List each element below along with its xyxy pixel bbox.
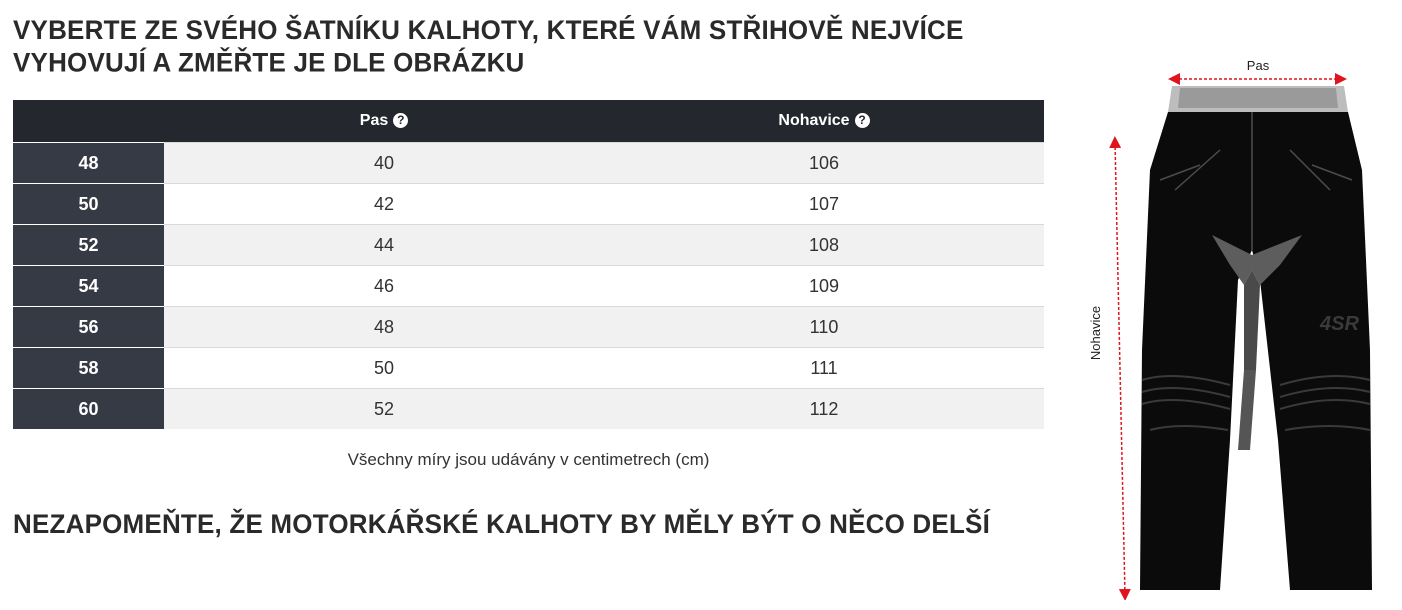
- size-table: Pas? Nohavice? 48 40 106 50 42 107 52 44…: [13, 100, 1044, 429]
- nohavice-cell: 108: [604, 224, 1044, 266]
- page-heading: VYBERTE ZE SVÉHO ŠATNÍKU KALHOTY, KTERÉ …: [13, 14, 964, 78]
- size-cell: 52: [13, 224, 164, 266]
- size-cell: 48: [13, 142, 164, 184]
- table-row: 58 50 111: [13, 347, 1044, 389]
- table-row: 60 52 112: [13, 388, 1044, 429]
- pas-cell: 46: [164, 265, 604, 307]
- length-label: Nohavice: [1088, 306, 1103, 360]
- table-row: 56 48 110: [13, 306, 1044, 348]
- size-cell: 56: [13, 306, 164, 348]
- pants-image: 4SR: [1140, 86, 1372, 590]
- size-cell: 54: [13, 265, 164, 307]
- column-header-pas: Pas?: [164, 100, 604, 143]
- pas-cell: 40: [164, 142, 604, 184]
- nohavice-cell: 110: [604, 306, 1044, 348]
- table-header-row: Pas? Nohavice?: [13, 100, 1044, 143]
- size-cell: 50: [13, 183, 164, 225]
- table-row: 48 40 106: [13, 142, 1044, 184]
- brand-logo: 4SR: [1319, 313, 1359, 335]
- size-cell: 58: [13, 347, 164, 389]
- size-cell: 60: [13, 388, 164, 429]
- units-note: Všechny míry jsou udávány v centimetrech…: [347, 450, 710, 469]
- column-header-nohavice: Nohavice?: [604, 100, 1044, 143]
- waist-label: Pas: [1247, 58, 1270, 73]
- nohavice-cell: 106: [604, 142, 1044, 184]
- table-corner-cell: [13, 100, 164, 143]
- pas-cell: 52: [164, 388, 604, 429]
- nohavice-cell: 111: [604, 347, 1044, 389]
- nohavice-cell: 109: [604, 265, 1044, 307]
- pants-measurement-figure: Pas Nohavice 4SR: [1088, 58, 1372, 600]
- reminder-heading: NEZAPOMEŇTE, ŽE MOTORKÁŘSKÉ KALHOTY BY M…: [13, 508, 990, 540]
- question-circle-icon[interactable]: ?: [854, 113, 870, 128]
- pas-cell: 42: [164, 183, 604, 225]
- table-row: 50 42 107: [13, 183, 1044, 225]
- table-row: 52 44 108: [13, 224, 1044, 266]
- pas-cell: 48: [164, 306, 604, 348]
- column-header-label: Nohavice: [778, 112, 850, 129]
- nohavice-cell: 107: [604, 183, 1044, 225]
- column-header-label: Pas: [359, 112, 389, 129]
- question-circle-icon[interactable]: ?: [393, 113, 409, 128]
- table-row: 54 46 109: [13, 265, 1044, 307]
- length-dimension-arrow: [1109, 136, 1131, 600]
- pas-cell: 50: [164, 347, 604, 389]
- nohavice-cell: 112: [604, 388, 1044, 429]
- pas-cell: 44: [164, 224, 604, 266]
